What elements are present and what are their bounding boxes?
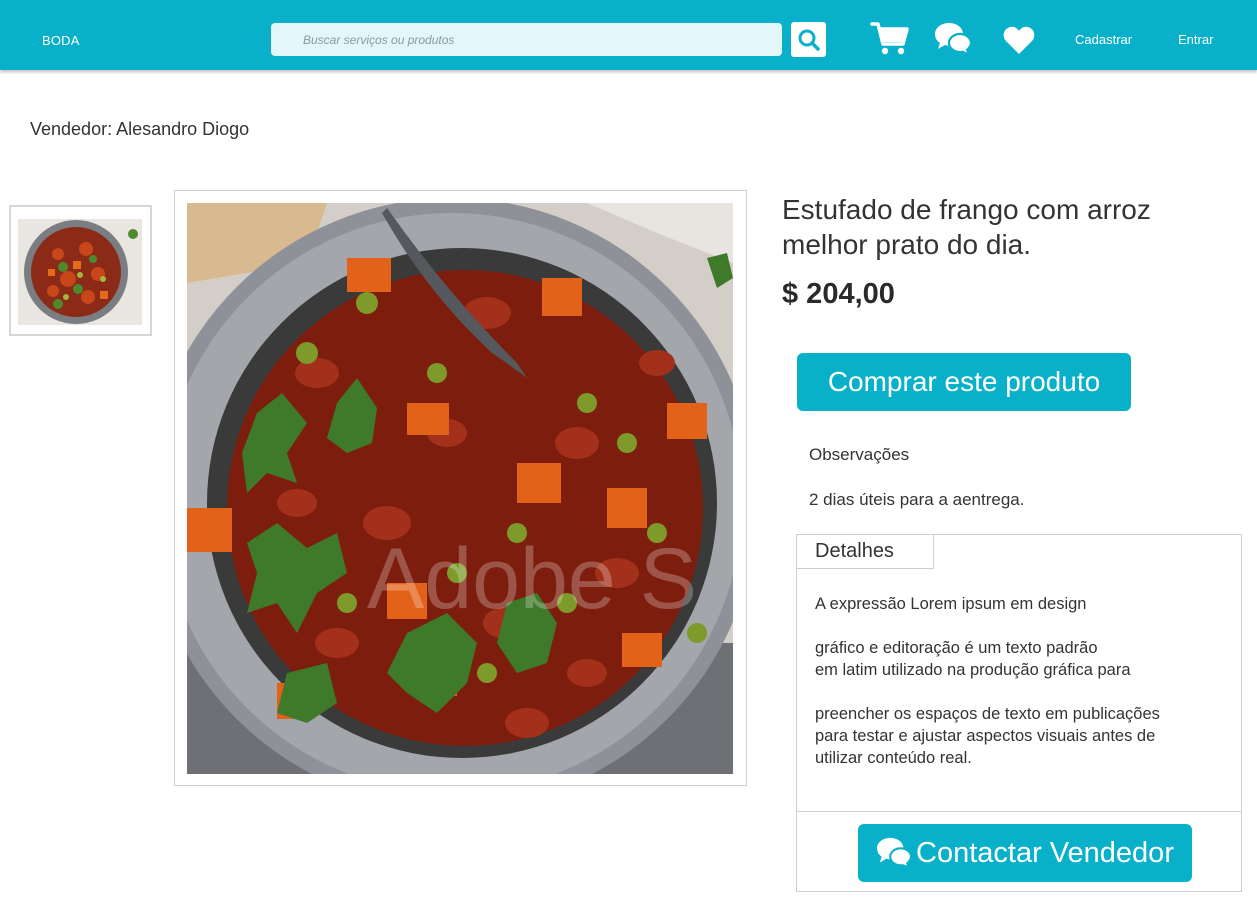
cart-icon[interactable] xyxy=(870,20,910,56)
login-link[interactable]: Entrar xyxy=(1178,32,1213,47)
watermark-text: Adobe S xyxy=(367,531,697,627)
chat-icon xyxy=(877,837,913,870)
product-image-frame: Adobe S xyxy=(174,190,747,786)
search-button[interactable] xyxy=(791,22,826,57)
signup-link[interactable]: Cadastrar xyxy=(1075,32,1132,47)
search-input[interactable] xyxy=(271,23,782,56)
details-paragraph: gráfico e editoração é um texto padrão e… xyxy=(815,639,1131,679)
details-panel: Detalhes A expressão Lorem ipsum em desi… xyxy=(796,534,1242,892)
details-paragraph: A expressão Lorem ipsum em design xyxy=(815,595,1087,613)
chat-icon[interactable] xyxy=(934,21,972,57)
tab-details[interactable]: Detalhes xyxy=(797,535,934,569)
details-paragraph: preencher os espaços de texto em publica… xyxy=(815,705,1160,767)
details-description: A expressão Lorem ipsum em design gráfic… xyxy=(815,593,1215,791)
brand-logo[interactable]: BODA xyxy=(42,33,80,48)
buy-button[interactable]: Comprar este produto xyxy=(797,353,1131,411)
product-thumbnail[interactable] xyxy=(9,205,152,336)
vendor-name: Vendedor: Alesandro Diogo xyxy=(30,119,250,139)
search-icon xyxy=(798,29,820,51)
search-bar xyxy=(271,23,782,56)
thumbnail-image xyxy=(18,219,142,325)
top-navbar: BODA Cadastrar Entrar xyxy=(0,0,1257,70)
product-image: Adobe S xyxy=(187,203,733,774)
product-title: Estufado de frango com arroz melhor prat… xyxy=(782,194,1151,260)
details-divider xyxy=(797,811,1241,812)
contact-seller-label: Contactar Vendedor xyxy=(916,836,1174,869)
product-price: $ 204,00 xyxy=(782,278,895,310)
observations-label: Observações xyxy=(809,445,910,464)
observations-text: 2 dias úteis para a aentrega. xyxy=(809,490,1025,509)
contact-seller-button[interactable]: Contactar Vendedor xyxy=(858,824,1192,882)
heart-icon[interactable] xyxy=(1003,25,1035,55)
